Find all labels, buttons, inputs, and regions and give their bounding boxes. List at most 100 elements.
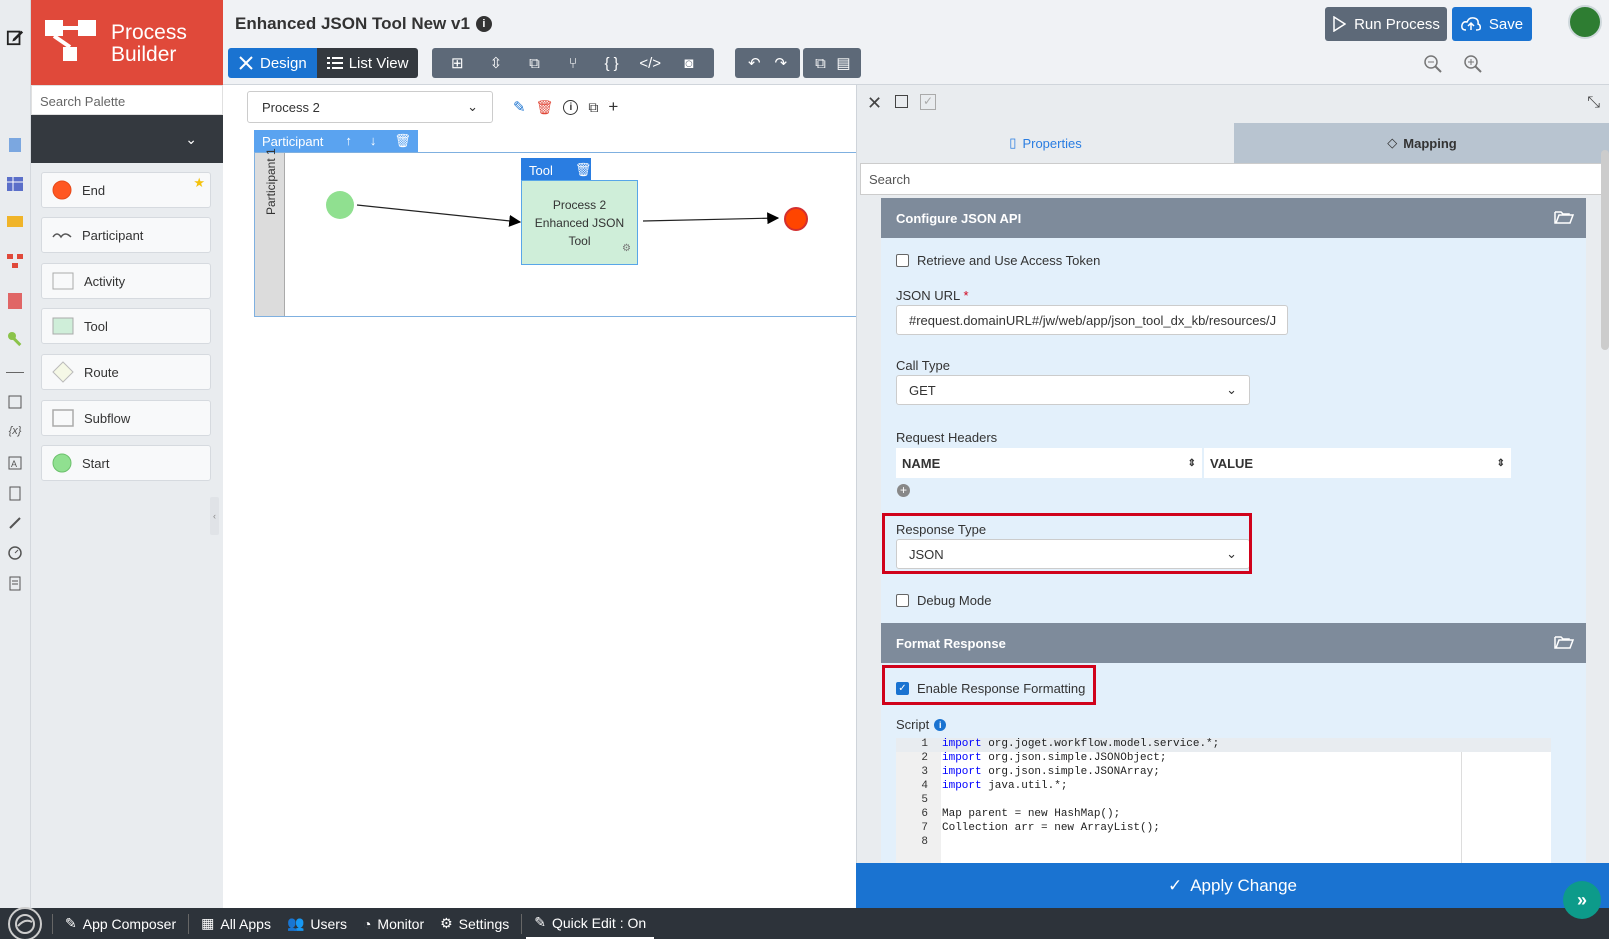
process-icon[interactable]: [6, 252, 24, 270]
close-icon[interactable]: ✕: [867, 93, 882, 114]
properties-panel: ✕ ✓ ⤡ ▯ Properties ◇ Mapping Search Conf…: [856, 85, 1609, 908]
design-button[interactable]: Design: [228, 48, 317, 78]
file-icon[interactable]: [6, 484, 24, 502]
trash-icon[interactable]: 🗑: [575, 162, 592, 178]
report-icon[interactable]: [6, 292, 24, 310]
gauge-icon[interactable]: [6, 544, 24, 562]
double-chevron-right-icon[interactable]: »: [1563, 881, 1601, 919]
palette-search-input[interactable]: Search Palette: [31, 85, 223, 115]
palette-collapse-handle[interactable]: ‹: [210, 497, 219, 535]
properties-search-input[interactable]: Search: [860, 163, 1604, 195]
debug-mode-checkbox[interactable]: Debug Mode: [896, 593, 991, 608]
joget-logo-icon[interactable]: [8, 906, 42, 939]
trash-icon[interactable]: 🗑: [536, 99, 554, 116]
tab-mapping[interactable]: ◇ Mapping: [1234, 123, 1609, 163]
panel-tabs: ▯ Properties ◇ Mapping: [857, 123, 1609, 163]
quick-edit-toggle[interactable]: ✎ Quick Edit : On: [526, 908, 655, 939]
branch-icon[interactable]: ⑂: [554, 48, 593, 78]
key-icon[interactable]: [6, 330, 24, 348]
checkbox-icon[interactable]: ✓: [920, 94, 936, 110]
process-select[interactable]: Process 2 ⌄: [247, 91, 493, 123]
listview-button[interactable]: List View: [316, 48, 419, 78]
form-icon[interactable]: [6, 136, 24, 154]
undo-icon[interactable]: ↶: [741, 48, 768, 78]
camera-icon[interactable]: ◙: [669, 48, 708, 78]
checkbox[interactable]: [896, 254, 909, 267]
palette-item-label: End: [82, 182, 106, 198]
braces-icon[interactable]: { }: [592, 48, 631, 78]
log-icon[interactable]: [6, 574, 24, 592]
palette-item-route[interactable]: Route: [41, 354, 211, 390]
palette-item-subflow[interactable]: Subflow: [41, 400, 211, 436]
all-apps-link[interactable]: ▦ All Apps: [193, 908, 279, 939]
bar-divider: [188, 913, 190, 934]
info-icon[interactable]: i: [934, 718, 947, 731]
process-tools: ✎ 🗑 i ⧉ +: [513, 97, 618, 117]
plugin-icon[interactable]: [6, 514, 24, 532]
star-icon[interactable]: ★: [193, 175, 205, 191]
sitemap-icon[interactable]: ⊞: [438, 48, 477, 78]
script-label-text: Script: [896, 717, 930, 732]
users-link[interactable]: 👥 Users: [279, 908, 355, 939]
info-icon[interactable]: i: [475, 16, 492, 32]
palette-item-tool[interactable]: Tool: [41, 308, 211, 344]
script-editor[interactable]: 1 import org.joget.workflow.model.service…: [896, 738, 1551, 863]
end-node[interactable]: [783, 206, 809, 232]
json-url-label-text: JSON URL: [896, 288, 960, 303]
panel-scrollbar[interactable]: [1601, 150, 1609, 350]
start-node[interactable]: [325, 190, 355, 220]
edit-icon[interactable]: [6, 28, 24, 46]
lane-header[interactable]: Participant 1: [255, 148, 285, 316]
trash-icon[interactable]: 🗑: [394, 133, 411, 149]
pencil-icon[interactable]: ✎: [513, 98, 526, 116]
save-button[interactable]: Save: [1452, 7, 1532, 41]
column-header-value[interactable]: VALUE ⇕: [1204, 448, 1511, 478]
checkbox[interactable]: [896, 594, 909, 607]
userview-icon[interactable]: [6, 214, 24, 232]
variable-icon[interactable]: {x}: [6, 422, 24, 440]
info-icon[interactable]: i: [563, 99, 579, 115]
arrow-down-icon[interactable]: ↓: [370, 133, 377, 149]
datalist-icon[interactable]: [6, 175, 24, 193]
palette-item-start[interactable]: Start: [41, 445, 211, 481]
section-configure-json-api[interactable]: Configure JSON API: [881, 198, 1586, 238]
arrow-up-icon[interactable]: ↑: [345, 133, 352, 149]
tool-node[interactable]: Process 2 Enhanced JSON Tool ⚙: [521, 180, 638, 265]
retrieve-token-checkbox[interactable]: Retrieve and Use Access Token: [896, 253, 1100, 268]
chevron-down-icon: ⌄: [185, 131, 197, 147]
redo-icon[interactable]: ↷: [768, 48, 795, 78]
note-icon[interactable]: [6, 393, 24, 411]
sort-icon: ⇕: [1496, 457, 1505, 469]
palette-item-label: Tool: [84, 318, 108, 334]
language-icon[interactable]: ⧉: [515, 48, 554, 78]
align-icon[interactable]: ⇳: [477, 48, 516, 78]
monitor-link[interactable]: ◔ Monitor: [355, 908, 432, 939]
tab-properties[interactable]: ▯ Properties: [857, 123, 1234, 163]
code-line: 6 Map parent = new HashMap();: [896, 808, 1551, 822]
copy-icon[interactable]: ⧉: [809, 48, 832, 78]
app-composer-link[interactable]: ✎ App Composer: [57, 908, 184, 939]
json-url-input[interactable]: #request.domainURL#/jw/web/app/json_tool…: [896, 305, 1288, 335]
settings-link[interactable]: ⚙ Settings: [432, 908, 517, 939]
copy-icon[interactable]: ⧉: [588, 99, 598, 116]
translate-icon[interactable]: A: [6, 454, 24, 472]
section-format-response[interactable]: Format Response: [881, 623, 1586, 663]
svg-text:A: A: [11, 459, 17, 469]
palette-item-activity[interactable]: Activity: [41, 263, 211, 299]
zoom-in-icon[interactable]: [1463, 54, 1483, 74]
code-icon[interactable]: </>: [631, 48, 670, 78]
user-avatar[interactable]: [1568, 5, 1602, 39]
apply-change-button[interactable]: ✓ Apply Change: [856, 863, 1609, 908]
window-icon[interactable]: [895, 95, 908, 108]
call-type-select[interactable]: GET ⌄: [896, 375, 1250, 405]
palette-item-end[interactable]: End ★: [41, 172, 211, 208]
paste-icon[interactable]: ▤: [832, 48, 855, 78]
plus-icon[interactable]: +: [608, 97, 618, 117]
palette-item-participant[interactable]: Participant: [41, 217, 211, 253]
column-header-name[interactable]: NAME ⇕: [896, 448, 1202, 478]
add-row-icon[interactable]: +: [897, 484, 910, 497]
zoom-out-icon[interactable]: [1423, 54, 1443, 74]
compress-icon[interactable]: ⤡: [1587, 94, 1600, 112]
run-process-button[interactable]: Run Process: [1325, 7, 1447, 41]
palette-category-dropdown[interactable]: ⌄: [31, 115, 223, 163]
